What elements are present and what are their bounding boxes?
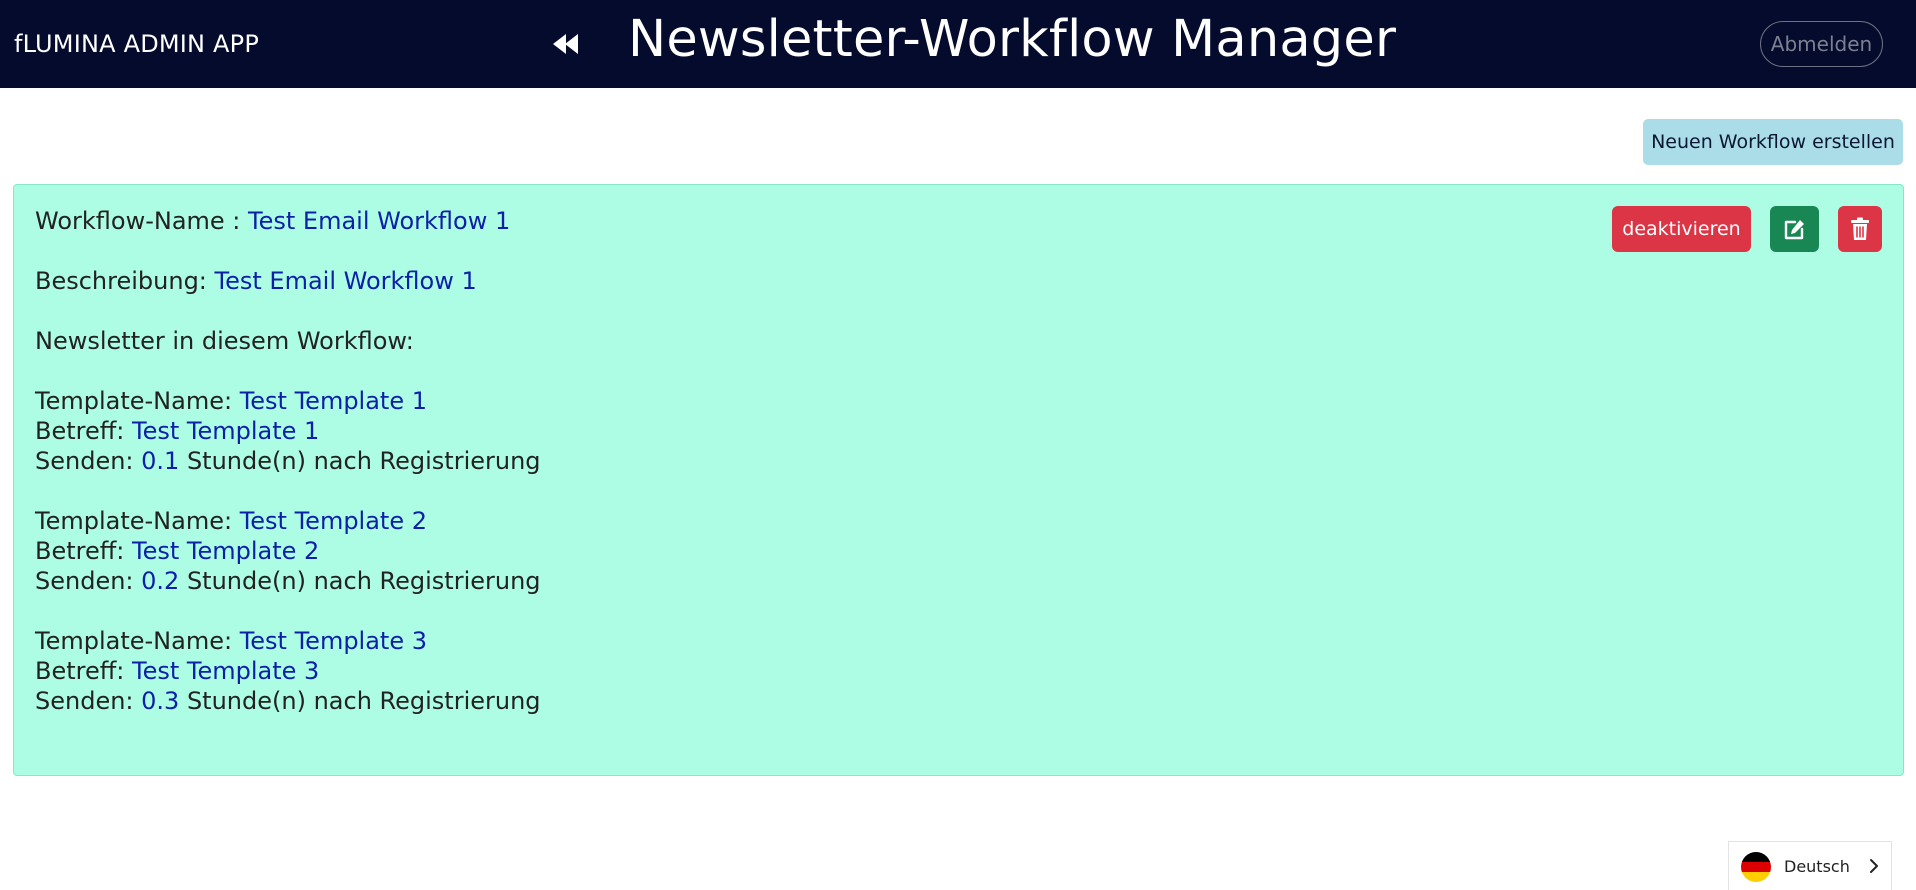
subject-value: Test Template 3: [132, 657, 320, 685]
subject-label: Betreff:: [35, 417, 132, 445]
subject-value: Test Template 1: [132, 417, 320, 445]
trash-icon: [1851, 217, 1869, 240]
delete-button[interactable]: [1838, 206, 1882, 252]
newsletter-send-row: Senden: 0.2 Stunde(n) nach Registrierung: [35, 567, 541, 595]
double-chevron-left-icon: [553, 34, 578, 54]
subject-label: Betreff:: [35, 537, 132, 565]
send-hours-value: 0.3: [141, 687, 180, 715]
newsletter-template-row: Template-Name: Test Template 1: [35, 387, 427, 415]
newsletter-subject-row: Betreff: Test Template 3: [35, 657, 319, 685]
template-name-label: Template-Name:: [35, 507, 240, 535]
logout-button[interactable]: Abmelden: [1760, 21, 1883, 67]
newsletter-subject-row: Betreff: Test Template 2: [35, 537, 319, 565]
send-suffix: Stunde(n) nach Registrierung: [179, 447, 541, 475]
description-label: Beschreibung:: [35, 267, 215, 295]
send-suffix: Stunde(n) nach Registrierung: [179, 687, 541, 715]
template-name-value: Test Template 1: [239, 387, 428, 415]
navbar: fLUMINA ADMIN APP Newsletter-Workflow Ma…: [0, 0, 1916, 88]
newsletters-heading: Newsletter in diesem Workflow:: [35, 327, 414, 355]
edit-button[interactable]: [1770, 206, 1819, 252]
brand-name[interactable]: fLUMINA ADMIN APP: [14, 30, 259, 58]
newsletter-send-row: Senden: 0.3 Stunde(n) nach Registrierung: [35, 687, 541, 715]
description-value: Test Email Workflow 1: [214, 267, 477, 295]
workflow-description-row: Beschreibung: Test Email Workflow 1: [35, 267, 477, 295]
german-flag-icon: [1741, 852, 1771, 882]
newsletter-subject-row: Betreff: Test Template 1: [35, 417, 319, 445]
new-workflow-button[interactable]: Neuen Workflow erstellen: [1643, 119, 1903, 165]
template-name-value: Test Template 3: [239, 627, 428, 655]
page-title: Newsletter-Workflow Manager: [628, 10, 1397, 69]
send-label: Senden:: [35, 567, 142, 595]
send-hours-value: 0.1: [141, 447, 180, 475]
template-name-label: Template-Name:: [35, 387, 240, 415]
newsletter-template-row: Template-Name: Test Template 3: [35, 627, 427, 655]
workflow-name-label: Workflow-Name :: [35, 207, 249, 235]
template-name-value: Test Template 2: [239, 507, 428, 535]
edit-icon: [1784, 220, 1804, 240]
back-button[interactable]: [550, 27, 584, 61]
send-label: Senden:: [35, 687, 142, 715]
language-switcher[interactable]: Deutsch: [1728, 841, 1892, 890]
subject-value: Test Template 2: [132, 537, 320, 565]
workflow-name-value: Test Email Workflow 1: [248, 207, 511, 235]
language-label: Deutsch: [1784, 857, 1850, 876]
chevron-right-icon: [1870, 859, 1878, 873]
send-hours-value: 0.2: [141, 567, 180, 595]
deactivate-button[interactable]: deaktivieren: [1612, 206, 1751, 252]
send-suffix: Stunde(n) nach Registrierung: [179, 567, 541, 595]
newsletter-template-row: Template-Name: Test Template 2: [35, 507, 427, 535]
workflow-name-row: Workflow-Name : Test Email Workflow 1: [35, 207, 510, 235]
subject-label: Betreff:: [35, 657, 132, 685]
newsletter-send-row: Senden: 0.1 Stunde(n) nach Registrierung: [35, 447, 541, 475]
workflow-card: Workflow-Name : Test Email Workflow 1 Be…: [13, 184, 1904, 776]
template-name-label: Template-Name:: [35, 627, 240, 655]
send-label: Senden:: [35, 447, 142, 475]
